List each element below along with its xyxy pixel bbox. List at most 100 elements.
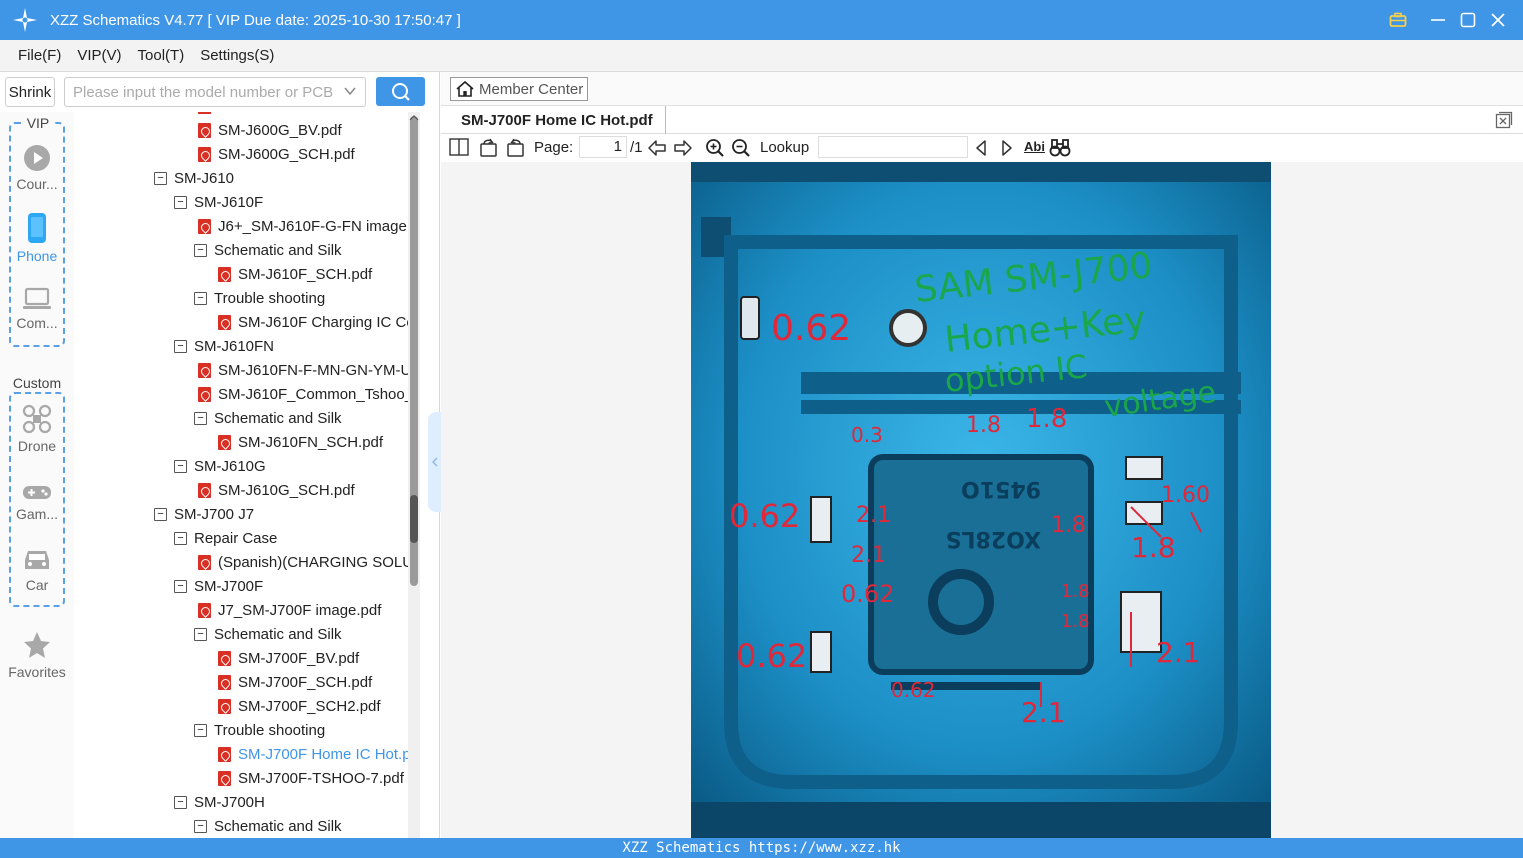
tree-file-item[interactable]: (Spanish)(CHARGING SOLUT bbox=[198, 550, 408, 574]
tree-folder-item[interactable]: − Schematic and Silk bbox=[194, 622, 342, 646]
tree-file-item[interactable]: SM-J700F_SCH2.pdf bbox=[218, 694, 381, 718]
shrink-button[interactable]: Shrink bbox=[5, 77, 55, 107]
menu-file[interactable]: File(F) bbox=[18, 47, 61, 64]
category-label: Cour... bbox=[16, 176, 58, 192]
menu-vip[interactable]: VIP(V) bbox=[77, 47, 121, 64]
tree-folder-item[interactable]: − Schematic and Silk bbox=[194, 406, 342, 430]
tree-file-item[interactable]: SM-J700F Home IC Hot.p bbox=[218, 742, 408, 766]
binoculars-icon[interactable] bbox=[1049, 138, 1071, 158]
tree-file-item[interactable]: SM-J700F_BV.pdf bbox=[218, 646, 359, 670]
find-previous-icon[interactable] bbox=[973, 138, 989, 158]
search-button[interactable] bbox=[376, 77, 425, 106]
tree-folder-item[interactable]: − SM-J700H bbox=[174, 790, 265, 814]
document-page-image[interactable]: 9451O XO28LS SAM SM-J700 Home+Key option… bbox=[691, 162, 1271, 838]
tree-folder-item[interactable]: − SM-J700F bbox=[174, 574, 263, 598]
tree-folder-item[interactable]: − SM-J610FN bbox=[174, 334, 274, 358]
tree-file-item[interactable]: SM-J610G_SCH.pdf bbox=[198, 478, 355, 502]
close-button[interactable] bbox=[1483, 5, 1513, 35]
collapse-toggle-icon[interactable]: − bbox=[194, 723, 207, 737]
tree-file-item[interactable]: SM-J610FN_SCH.pdf bbox=[218, 430, 383, 454]
find-next-icon[interactable] bbox=[999, 138, 1015, 158]
category-drone[interactable]: Drone bbox=[0, 404, 74, 454]
category-car[interactable]: Car bbox=[0, 547, 74, 593]
tree-file-item[interactable]: J7_SM-J700F image.pdf bbox=[198, 598, 381, 622]
collapse-toggle-icon[interactable]: − bbox=[194, 819, 207, 833]
collapse-toggle-icon[interactable]: − bbox=[154, 507, 167, 521]
category-phone[interactable]: Phone bbox=[0, 212, 74, 264]
voltage-label: 2.1 bbox=[851, 543, 886, 568]
collapse-toggle-icon[interactable]: − bbox=[174, 195, 187, 209]
tree-folder-item[interactable]: − SM-J610 bbox=[154, 166, 234, 190]
left-panel: Shrink Please input the model number or … bbox=[0, 72, 442, 838]
tree-folder-item[interactable]: − Schematic and Silk bbox=[194, 814, 342, 838]
collapse-toggle-icon[interactable]: − bbox=[194, 243, 207, 257]
tree-scrollbar[interactable] bbox=[408, 112, 420, 838]
member-center-button[interactable]: Member Center bbox=[450, 77, 588, 101]
collapse-toggle-icon[interactable]: − bbox=[194, 411, 207, 425]
category-label: Com... bbox=[16, 315, 58, 331]
zoom-out-icon[interactable] bbox=[731, 138, 751, 158]
voltage-label: 0.3 bbox=[851, 423, 883, 447]
collapse-toggle-icon[interactable]: − bbox=[154, 171, 167, 185]
category-computer[interactable]: Com... bbox=[0, 287, 74, 331]
tree-file-item[interactable]: SM-J700F-TSHOO-7.pdf bbox=[218, 766, 404, 790]
next-page-icon[interactable] bbox=[673, 138, 693, 158]
tree-scrollbar-thumb[interactable] bbox=[410, 495, 418, 543]
tree-item-label: SM-J610FN-F-MN-GN-YM-U bbox=[218, 361, 408, 379]
tree-item-label: (Spanish)(CHARGING SOLUT bbox=[218, 553, 408, 571]
collapse-toggle-icon[interactable]: − bbox=[194, 627, 207, 641]
tree-folder-item[interactable]: − SM-J610F bbox=[174, 190, 263, 214]
tree-file-item[interactable]: SM-J700F_SCH.pdf bbox=[218, 670, 372, 694]
panel-collapse-handle[interactable] bbox=[428, 412, 442, 512]
category-favorites[interactable]: Favorites bbox=[0, 630, 74, 680]
rotate-left-icon[interactable] bbox=[479, 138, 499, 158]
pdf-file-icon bbox=[218, 266, 231, 282]
lookup-input[interactable] bbox=[818, 136, 968, 158]
tree-folder-item[interactable]: − Repair Case bbox=[174, 526, 277, 550]
two-page-view-icon[interactable] bbox=[449, 138, 469, 156]
tree-file-item[interactable]: SM-J600G_BV.pdf bbox=[198, 118, 342, 142]
collapse-toggle-icon[interactable]: − bbox=[174, 339, 187, 353]
maximize-button[interactable] bbox=[1453, 5, 1483, 35]
close-tab-icon[interactable] bbox=[1495, 111, 1513, 129]
tree-file-item[interactable]: SM-J610F_Common_Tshoo_7 bbox=[198, 382, 408, 406]
minimize-button[interactable] bbox=[1423, 5, 1453, 35]
search-input[interactable]: Please input the model number or PCB bbox=[64, 77, 366, 107]
rotate-right-icon[interactable] bbox=[505, 138, 525, 158]
chevron-down-icon[interactable] bbox=[343, 84, 357, 98]
tree-folder-item[interactable]: − Schematic and Silk bbox=[194, 238, 342, 262]
play-icon bbox=[24, 145, 50, 171]
page-number-input[interactable]: 1 bbox=[579, 136, 627, 158]
tree-folder-item[interactable]: − SM-J700 J7 bbox=[154, 502, 254, 526]
collapse-toggle-icon[interactable]: − bbox=[174, 531, 187, 545]
vip-briefcase-icon[interactable] bbox=[1383, 5, 1413, 35]
tree-file-item[interactable]: SM-J610F_SCH.pdf bbox=[218, 262, 372, 286]
title-bar: XZZ Schematics V4.77 [ VIP Due date: 202… bbox=[0, 0, 1523, 40]
tree-folder-item[interactable]: − SM-J610G bbox=[174, 454, 266, 478]
tree-file-item[interactable]: SM-J610F Charging IC Co bbox=[218, 310, 408, 334]
tree-item-label: Repair Case bbox=[194, 529, 278, 547]
tree-item-label: Schematic and Silk bbox=[214, 409, 342, 427]
chevron-left-icon bbox=[432, 457, 438, 467]
menu-tool[interactable]: Tool(T) bbox=[138, 47, 185, 64]
collapse-toggle-icon[interactable]: − bbox=[174, 579, 187, 593]
drone-icon bbox=[22, 404, 52, 434]
category-courses[interactable]: Cour... bbox=[0, 144, 74, 192]
tree-folder-item[interactable]: − Trouble shooting bbox=[194, 286, 325, 310]
zoom-in-icon[interactable] bbox=[705, 138, 725, 158]
collapse-toggle-icon[interactable]: − bbox=[194, 291, 207, 305]
category-games[interactable]: Gam... bbox=[0, 482, 74, 522]
document-tab[interactable]: SM-J700F Home IC Hot.pdf bbox=[449, 106, 666, 134]
tree-folder-item[interactable]: − Trouble shooting bbox=[194, 718, 325, 742]
tree-file-item[interactable]: SM-J610FN-F-MN-GN-YM-U bbox=[198, 358, 408, 382]
collapse-toggle-icon[interactable]: − bbox=[174, 459, 187, 473]
menu-settings[interactable]: Settings(S) bbox=[200, 47, 274, 64]
scroll-up-icon[interactable] bbox=[409, 114, 419, 122]
pdf-file-icon bbox=[198, 218, 211, 234]
match-case-icon[interactable]: Abi bbox=[1024, 139, 1045, 154]
tree-file-item[interactable]: SM-J600G_SCH.pdf bbox=[198, 142, 355, 166]
collapse-toggle-icon[interactable]: − bbox=[174, 795, 187, 809]
tree-file-item[interactable]: J6+_SM-J610F-G-FN image.p bbox=[198, 214, 408, 238]
previous-page-icon[interactable] bbox=[647, 138, 667, 158]
page-label: Page: bbox=[534, 139, 574, 156]
